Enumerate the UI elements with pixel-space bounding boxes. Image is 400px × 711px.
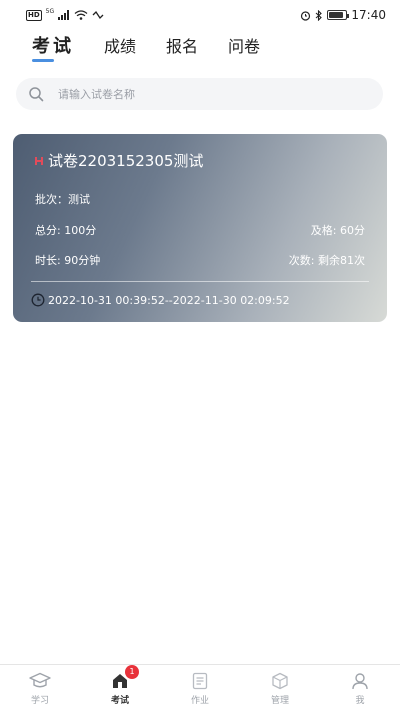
- exam-score-row: 总分: 100分 及格: 60分: [35, 222, 365, 238]
- exam-attempts: 次数: 剩余81次: [288, 254, 365, 267]
- status-time: 17:40: [351, 8, 386, 22]
- nav-exam[interactable]: 1 考试: [80, 664, 160, 711]
- nav-manage[interactable]: 管理: [240, 665, 320, 711]
- nav-homework[interactable]: 作业: [160, 665, 240, 711]
- tab-registration[interactable]: 报名: [166, 32, 198, 58]
- tab-exam[interactable]: 考试: [32, 32, 74, 62]
- nav-me-label: 我: [355, 695, 365, 706]
- status-left: HD 5G: [26, 8, 104, 21]
- exam-icon: 1: [111, 664, 139, 691]
- document-icon: [192, 671, 208, 691]
- exam-time-row: 2022-10-31 00:39:52--2022-11-30 02:09:52: [31, 293, 290, 307]
- tab-scores[interactable]: 成绩: [104, 32, 136, 58]
- alarm-icon: [301, 10, 311, 21]
- exam-card-title-row: 试卷2203152305测试: [35, 150, 203, 171]
- search-icon: [29, 87, 44, 102]
- bluetooth-icon: [316, 9, 323, 21]
- nav-manage-label: 管理: [270, 695, 289, 706]
- search-bar[interactable]: [16, 78, 383, 110]
- exam-badge: 1: [125, 664, 139, 679]
- exam-batch: 批次：测试: [35, 193, 90, 206]
- exam-duration: 时长: 90分钟: [35, 254, 101, 267]
- network-type: 5G: [45, 8, 55, 15]
- vibration-icon: [92, 10, 104, 20]
- battery-level: [329, 12, 343, 18]
- hd-indicator: HD: [26, 9, 42, 21]
- search-input[interactable]: [58, 87, 338, 101]
- exam-duration-row: 时长: 90分钟 次数: 剩余81次: [35, 252, 365, 268]
- clock-icon: [31, 293, 45, 307]
- title-mark-icon: [35, 156, 43, 165]
- user-icon: [351, 671, 369, 691]
- tab-questionnaire[interactable]: 问卷: [228, 32, 260, 58]
- nav-study-label: 学习: [30, 695, 49, 706]
- box-icon: [271, 671, 289, 691]
- nav-study[interactable]: 学习: [0, 665, 80, 711]
- nav-exam-label: 考试: [110, 695, 129, 706]
- bottom-nav: 学习 1 考试 作业 管理 我: [0, 664, 400, 711]
- exam-card[interactable]: 试卷2203152305测试 批次：测试 总分: 100分 及格: 60分 时长…: [13, 134, 387, 322]
- battery-icon: [327, 10, 350, 20]
- status-right: 17:40: [300, 8, 386, 22]
- exam-title: 试卷2203152305测试: [48, 152, 204, 170]
- top-tabs: 考试 成绩 报名 问卷: [32, 32, 290, 62]
- exam-pass-score: 及格: 60分: [310, 224, 365, 237]
- card-divider: [31, 281, 369, 282]
- exam-total-score: 总分: 100分: [35, 224, 97, 237]
- nav-me[interactable]: 我: [320, 665, 400, 711]
- exam-batch-row: 批次：测试: [35, 191, 365, 207]
- graduation-cap-icon: [29, 671, 51, 691]
- status-bar: HD 5G 17:40: [0, 0, 400, 30]
- nav-homework-label: 作业: [190, 695, 209, 706]
- wifi-icon: [74, 10, 88, 20]
- signal-icon: [58, 10, 70, 20]
- exam-time-range: 2022-10-31 00:39:52--2022-11-30 02:09:52: [48, 293, 290, 307]
